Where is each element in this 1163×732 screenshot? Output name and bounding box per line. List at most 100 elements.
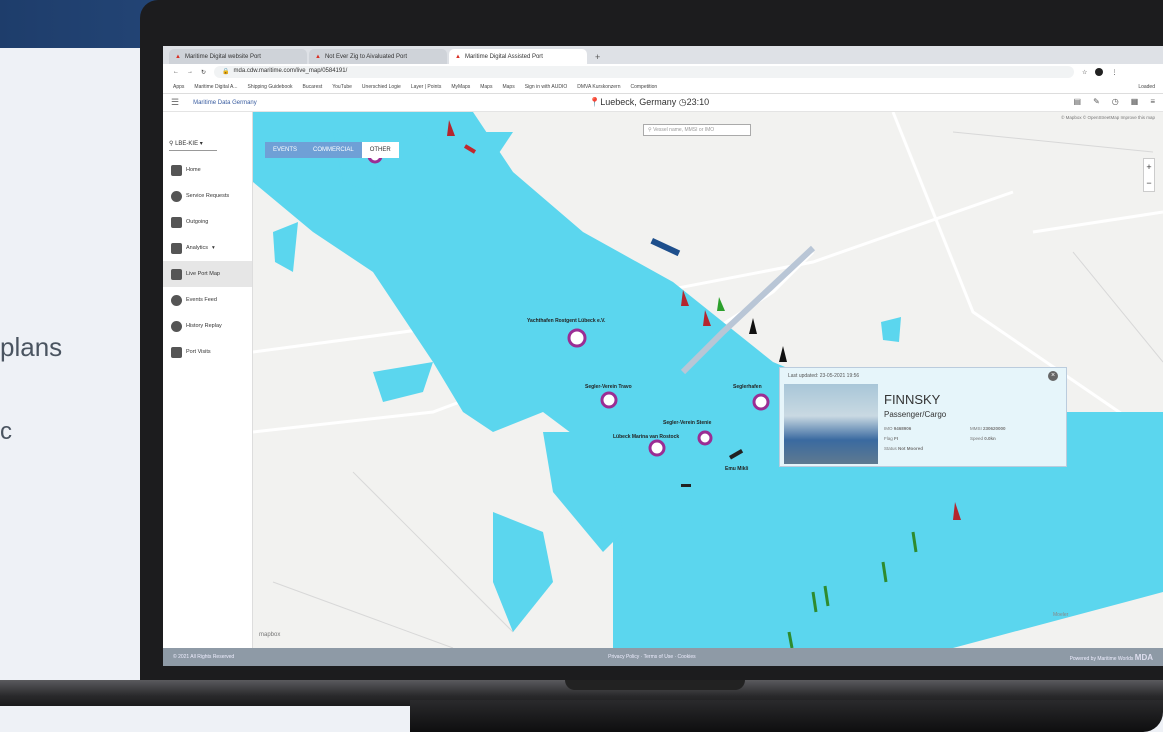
location-pin-icon: ⚲ [169,141,174,147]
sidebar-item-outgoing[interactable]: Outgoing [163,209,252,235]
marina-marker[interactable] [752,393,770,411]
marina-marker[interactable] [600,391,618,409]
vessel-field: IMO 9468906 [884,426,912,431]
layers-icon[interactable]: ≡ [1150,97,1155,106]
vessel-marker[interactable] [717,297,725,311]
service-icon [171,190,182,202]
sidebar-item-home[interactable]: Home [163,157,252,183]
browser-tab[interactable]: ▲ Not Ever Zig to Aivaluated Port [309,49,447,64]
sidebar-item-analytics[interactable]: Analytics ▾ [163,235,252,261]
clock-icon: ◷ [678,97,687,107]
laptop-foot [410,700,1163,732]
app-footer: © 2021 All Rights Reserved Privacy Polic… [163,648,1163,666]
bookmark-item[interactable]: Maritime Digital A... [194,84,237,90]
filter-other[interactable]: OTHER [361,142,399,158]
bookmark-item[interactable]: MyMaps [451,84,470,90]
vessel-marker[interactable] [650,237,681,257]
bookmark-item[interactable]: Layer | Points [411,84,441,90]
browser-tab[interactable]: ▲ Maritime Digital website Port [169,49,307,64]
document-icon[interactable]: ▤ [1074,97,1082,106]
bookmark-item[interactable]: DMVA Kurskonzern [577,84,620,90]
vessel-field: Speed 0.0kn [970,436,996,441]
sidebar: ⚲ LBE-KIE ▾ Home Service Requests Outgoi… [163,112,253,648]
zoom-out-button[interactable]: − [1144,175,1154,191]
map-icon [171,268,182,280]
map-label: Moeler [1053,612,1069,618]
profile-avatar[interactable] [1095,68,1104,76]
clock-tool-icon[interactable]: ◷ [1112,97,1119,106]
laptop-notch [565,680,745,690]
bookmark-item[interactable]: Sign in with AUDIO [525,84,568,90]
star-icon[interactable]: ☆ [1082,69,1087,76]
hamburger-menu-icon[interactable]: ☰ [171,97,179,108]
map-label: Segler-Verein Stenie [663,420,712,426]
sidebar-item-events-feed[interactable]: Events Feed [163,287,252,313]
bookmark-item[interactable]: Maps [480,84,492,90]
map-label: Emu Mikli [725,466,749,472]
bookmark-item[interactable]: Competition [631,84,658,90]
mapbox-logo: mapbox [259,632,281,638]
search-icon: ⚲ [648,127,652,133]
url-field[interactable]: 🔒 mda.cdw.maritime.com/live_map/0584191/ [214,66,1075,78]
reload-icon[interactable]: ↻ [201,69,206,76]
background-text-fragment: c [0,418,12,445]
history-icon [171,320,182,332]
filter-events[interactable]: EVENTS [265,142,306,158]
address-bar-row: ← → ↻ 🔒 mda.cdw.maritime.com/live_map/058… [163,64,1163,80]
bookmark-item[interactable]: Unerschied Logie [362,84,401,90]
sidebar-item-history-replay[interactable]: History Replay [163,313,252,339]
map-label: Seglerhafen [733,384,762,390]
tab-favicon-icon: ▲ [315,53,321,60]
vessel-marker[interactable] [681,484,691,487]
map-label: Segler-Verein Travo [585,384,632,390]
outgoing-icon [171,216,182,228]
bookmark-item[interactable]: Bucarest [303,84,323,90]
brand-logo: MDA [1134,652,1153,662]
sidebar-item-live-port-map[interactable]: Live Port Map [163,261,252,287]
map-label: Yachthafen Rostgent Lübeck e.V. [527,318,606,324]
vessel-marker[interactable] [749,318,757,334]
zoom-in-button[interactable]: + [1144,159,1154,175]
laptop-base [0,680,1163,732]
sidebar-item-port-visits[interactable]: Port Visits [163,339,252,365]
map-filter-bar: EVENTS COMMERCIAL OTHER [265,142,399,158]
port-select[interactable]: ⚲ LBE-KIE ▾ [169,140,217,151]
home-icon [171,164,182,176]
tab-favicon-icon: ▲ [175,53,181,60]
location-time: 📍Luebeck, Germany ◷23:10 [589,97,710,107]
laptop-screen: ▲ Maritime Digital website Port ▲ Not Ever… [163,46,1163,666]
vessel-type: Passenger/Cargo [884,410,947,419]
vessel-name: FINNSKY [884,392,941,407]
zoom-control: + − [1143,158,1155,192]
marina-marker[interactable] [697,430,713,446]
vessel-photo [784,384,878,464]
background-text-plans: plans [0,332,63,362]
events-icon [171,294,182,306]
port-visits-icon [171,346,182,358]
vessel-search-input[interactable]: ⚲ Vessel name, MMSI or IMO [643,124,751,136]
back-icon[interactable]: ← [173,69,179,75]
footer-links[interactable]: Privacy Policy · Terms of Use · Cookies [608,654,695,660]
new-tab-button[interactable]: + [589,52,606,64]
location-pin-icon: 📍 [589,97,601,107]
vessel-marker[interactable] [779,346,787,362]
marina-marker[interactable] [567,328,587,348]
bookmark-item[interactable]: YouTube [332,84,352,90]
bookmark-item[interactable]: Maps [502,84,514,90]
calendar-icon[interactable]: ▦ [1131,97,1139,106]
menu-dots-icon[interactable]: ⋮ [1111,69,1117,76]
close-icon[interactable]: × [1048,371,1058,381]
sidebar-item-service-requests[interactable]: Service Requests [163,183,252,209]
forward-icon[interactable]: → [187,69,193,75]
pencil-icon[interactable]: ✎ [1093,97,1100,106]
browser-tab-active[interactable]: ▲ Maritime Digital Assisted Port [449,49,587,64]
bookmark-item[interactable]: Shipping Guidebook [247,84,292,90]
map-attribution[interactable]: © Mapbox © OpenStreetMap Improve this ma… [1061,115,1155,120]
bookmark-item[interactable]: Loaded [1138,84,1155,90]
vessel-field: MMSI 230620000 [970,426,1006,431]
marina-marker[interactable] [648,439,666,457]
live-port-map[interactable]: EVENTS COMMERCIAL OTHER ⚲ Vessel name, M… [253,112,1163,648]
bookmark-item[interactable]: Apps [173,84,184,90]
bookmarks-bar: Apps Maritime Digital A... Shipping Guid… [163,80,1163,94]
filter-commercial[interactable]: COMMERCIAL [305,142,362,158]
